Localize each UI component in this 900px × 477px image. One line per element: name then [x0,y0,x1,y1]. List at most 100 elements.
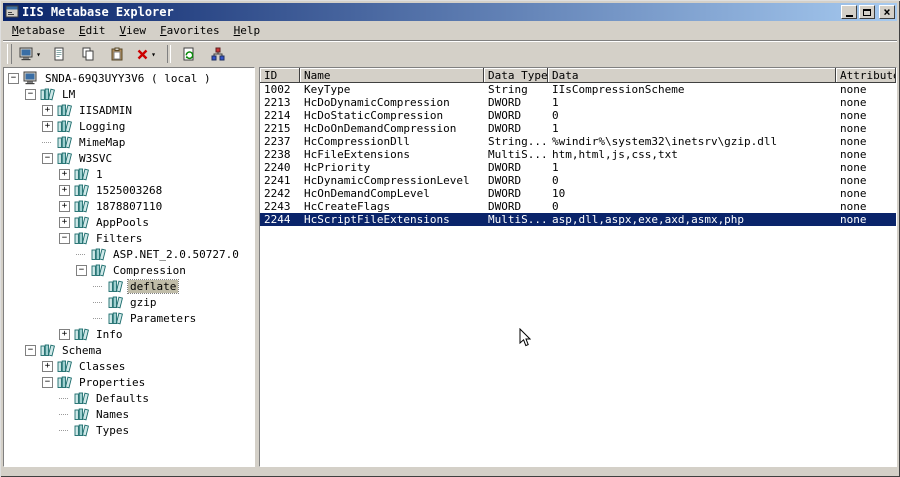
menu-edit[interactable]: Edit [72,22,113,39]
new-key-button[interactable] [46,43,72,65]
dropdown-arrow-icon[interactable]: ▾ [151,50,156,59]
maximize-button[interactable] [859,5,875,19]
column-header-name[interactable]: Name [300,68,484,83]
books-icon [57,151,73,165]
tree-item-classes[interactable]: + Classes [4,358,254,374]
tree-item-deflate[interactable]: deflate [4,278,254,294]
title-bar[interactable]: IIS Metabase Explorer × [3,3,897,21]
tree-item-schema[interactable]: − Schema [4,342,254,358]
tree-item-w3svc[interactable]: − W3SVC [4,150,254,166]
tree-item-1[interactable]: +1 [4,166,254,182]
collapse-toggle-icon[interactable]: − [25,344,36,356]
books-icon [108,295,124,309]
tree-connector [59,393,70,404]
export-button[interactable] [176,43,202,65]
table-row[interactable]: 2242 HcOnDemandCompLevel DWORD 10 none [260,187,896,200]
expand-toggle-icon[interactable]: + [59,184,70,196]
tree-item-gzip[interactable]: gzip [4,294,254,310]
cell-attributes: none [840,200,867,213]
table-row[interactable]: 1002 KeyType String IIsCompressionScheme non… [260,83,896,96]
collapse-toggle-icon[interactable]: − [59,232,70,244]
books-icon [74,391,90,405]
cell-attributes: none [840,148,867,161]
network-permissions-icon [211,47,225,61]
minimize-button[interactable] [841,5,857,19]
table-row[interactable]: 2241 HcDynamicCompressionLevel DWORD 0 none [260,174,896,187]
expand-toggle-icon[interactable]: + [59,200,70,212]
expand-toggle-icon[interactable]: + [59,328,70,340]
books-icon [74,231,90,245]
permissions-button[interactable] [205,43,231,65]
copy-button[interactable] [75,43,101,65]
cell-data: 10 [552,187,566,200]
cell-name: HcCompressionDll [304,135,410,148]
tree-item-asp-net-2-0-50727-0[interactable]: ASP.NET_2.0.50727.0 [4,246,254,262]
new-key-icon [52,47,66,61]
books-icon [108,311,124,325]
tree-item-info[interactable]: + Info [4,326,254,342]
column-header-attributes[interactable]: Attributes [836,68,896,83]
cell-type: MultiS... [488,213,548,226]
connect-button[interactable]: ▾ [17,43,43,65]
collapse-toggle-icon[interactable]: − [8,72,19,84]
tree-item-types[interactable]: Types [4,422,254,438]
table-row[interactable]: 2213 HcDoDynamicCompression DWORD 1 none [260,96,896,109]
close-button[interactable]: × [879,5,895,19]
books-icon [74,423,90,437]
window-controls: × [841,5,895,19]
column-header-id[interactable]: ID [260,68,300,83]
expand-toggle-icon[interactable]: + [42,120,53,132]
expand-toggle-icon[interactable]: + [59,216,70,228]
table-row[interactable]: 2238 HcFileExtensions MultiS... htm,html,js… [260,148,896,161]
tree-item-1525003268[interactable]: +1525003268 [4,182,254,198]
table-row[interactable]: 2243 HcCreateFlags DWORD 0 none [260,200,896,213]
collapse-toggle-icon[interactable]: − [25,88,36,100]
expand-toggle-icon[interactable]: + [59,168,70,180]
paste-button[interactable] [104,43,130,65]
table-row[interactable]: 2214 HcDoStaticCompression DWORD 0 none [260,109,896,122]
collapse-toggle-icon[interactable]: − [42,152,53,164]
menu-help[interactable]: Help [227,22,268,39]
tree-item-defaults[interactable]: Defaults [4,390,254,406]
cell-id: 2240 [264,161,291,174]
tree-item-label: 1878807110 [96,199,163,213]
column-header-data-type[interactable]: Data Type [484,68,548,83]
books-icon [91,247,107,261]
column-header-data[interactable]: Data [548,68,836,83]
tree-item-filters[interactable]: − Filters [4,230,254,246]
table-row[interactable]: 2237 HcCompressionDll String... %windir%\sy… [260,135,896,148]
menu-view[interactable]: View [112,22,153,39]
collapse-toggle-icon[interactable]: − [42,376,53,388]
tree-item-compression[interactable]: − Compression [4,262,254,278]
collapse-toggle-icon[interactable]: − [76,264,87,276]
tree-item-label: Defaults [96,391,149,405]
tree-item-properties[interactable]: − Properties [4,374,254,390]
tree-item-lm[interactable]: − LM [4,86,254,102]
tree-item-iisadmin[interactable]: + IISADMIN [4,102,254,118]
table-row[interactable]: 2244 HcScriptFileExtensions MultiS... asp,d… [260,213,896,226]
tree-item-label: Properties [79,375,146,389]
tree-item-label: deflate [126,278,180,294]
tree-item-parameters[interactable]: Parameters [4,310,254,326]
tree-item-label: 1 [96,167,103,181]
delete-red-x-icon [136,48,149,61]
table-row[interactable]: 2215 HcDoOnDemandCompression DWORD 1 none [260,122,896,135]
cell-data: 0 [552,109,559,122]
tree-item-snda-69q3uyy3v6-local[interactable]: − SNDA-69Q3UYY3V6 ( local ) [4,70,254,86]
tree-item-names[interactable]: Names [4,406,254,422]
menu-metabase[interactable]: Metabase [5,22,72,39]
table-row[interactable]: 2240 HcPriority DWORD 1 none [260,161,896,174]
expand-toggle-icon[interactable]: + [42,104,53,116]
maximize-icon [863,8,871,16]
toolbar-grip[interactable] [7,44,12,64]
tree-item-1878807110[interactable]: +1878807110 [4,198,254,214]
books-icon [74,327,90,341]
expand-toggle-icon[interactable]: + [42,360,53,372]
tree-item-mimemap[interactable]: MimeMap [4,134,254,150]
tree-item-apppools[interactable]: + AppPools [4,214,254,230]
tree-item-logging[interactable]: + Logging [4,118,254,134]
dropdown-arrow-icon[interactable]: ▾ [36,50,41,59]
menu-favorites[interactable]: Favorites [153,22,227,39]
delete-button[interactable]: ▾ [133,43,159,65]
cell-data: %windir%\system32\inetsrv\gzip.dll [552,135,778,148]
